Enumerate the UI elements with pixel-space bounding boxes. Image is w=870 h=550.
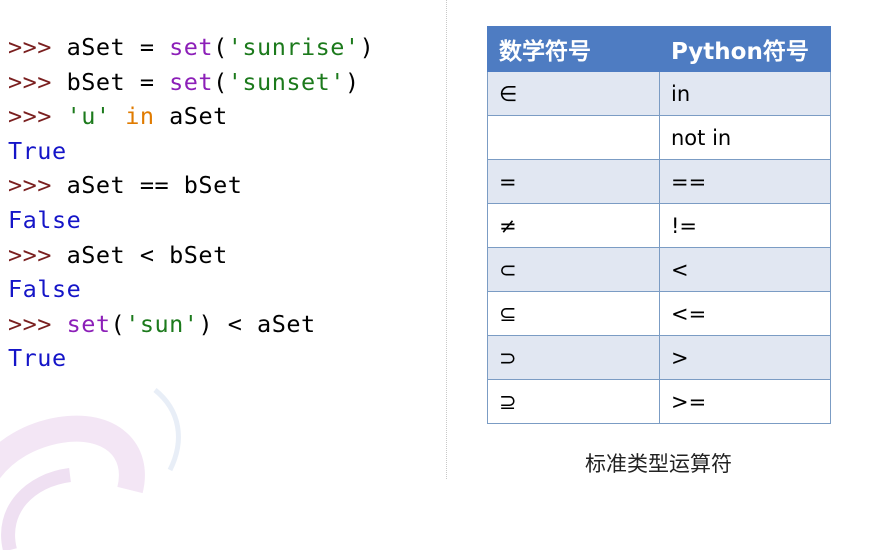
code-token: set bbox=[66, 309, 111, 338]
code-token: 'sun' bbox=[125, 309, 199, 338]
table-row: ∈ in bbox=[487, 71, 831, 116]
code-token: aSet bbox=[154, 102, 228, 131]
table-row: ≠ != bbox=[487, 203, 831, 248]
code-token: >>> bbox=[8, 171, 67, 200]
header-python-symbol: Python符号 bbox=[659, 26, 831, 72]
code-token: ) bbox=[344, 67, 360, 96]
code-token: bSet = bbox=[66, 67, 170, 96]
math-symbol-cell: ⊆ bbox=[487, 291, 660, 336]
table-row: ⊃ > bbox=[487, 335, 831, 380]
python-symbol-cell: in bbox=[659, 71, 831, 116]
python-symbol-cell: == bbox=[659, 159, 831, 204]
code-token: aSet == bSet bbox=[66, 171, 243, 200]
table-row: = == bbox=[487, 159, 831, 204]
code-token: in bbox=[125, 102, 155, 131]
code-token: 'u' bbox=[66, 102, 111, 131]
table-header-row: 数学符号 Python符号 bbox=[487, 26, 831, 72]
code-line: >>> set('sun') < aSet bbox=[8, 307, 438, 342]
table-row: not in bbox=[487, 115, 831, 160]
operator-table: 数学符号 Python符号 ∈ in not in = == ≠ != ⊂ < … bbox=[487, 26, 831, 424]
table-caption: 标准类型运算符 bbox=[585, 452, 732, 476]
table-row: ⊂ < bbox=[487, 247, 831, 292]
math-symbol-cell: = bbox=[487, 159, 660, 204]
code-token: ( bbox=[213, 67, 228, 96]
python-symbol-cell: != bbox=[659, 203, 831, 248]
math-symbol-cell: ⊂ bbox=[487, 247, 660, 292]
code-line: >>> 'u' in aSet bbox=[8, 99, 438, 134]
code-line: >>> aSet < bSet bbox=[8, 238, 438, 273]
code-token: ) < aSet bbox=[198, 309, 316, 338]
math-symbol-cell: ∈ bbox=[487, 71, 660, 116]
code-token: set bbox=[169, 33, 214, 61]
code-token: 'sunset' bbox=[227, 67, 345, 96]
math-symbol-cell: ⊃ bbox=[487, 335, 660, 380]
code-token: >>> bbox=[8, 67, 67, 96]
math-symbol-cell bbox=[487, 115, 660, 160]
code-line: False bbox=[8, 203, 438, 238]
code-token: aSet < bSet bbox=[66, 240, 228, 269]
panel-divider bbox=[446, 0, 447, 479]
code-line: >>> bSet = set('sunset') bbox=[8, 65, 438, 100]
code-line: >>> aSet = set('sunrise') bbox=[8, 30, 438, 65]
python-symbol-cell: < bbox=[659, 247, 831, 292]
table-row: ⊆ <= bbox=[487, 291, 831, 336]
python-code-sample: >>> aSet = set('sunrise') >>> bSet = set(… bbox=[8, 30, 438, 376]
header-math-symbol: 数学符号 bbox=[487, 26, 660, 72]
code-line: >>> aSet == bSet bbox=[8, 168, 438, 203]
code-token: set bbox=[169, 67, 214, 96]
math-symbol-cell: ⊇ bbox=[487, 379, 660, 424]
python-symbol-cell: >= bbox=[659, 379, 831, 424]
code-token: >>> bbox=[8, 309, 67, 338]
python-symbol-cell: > bbox=[659, 335, 831, 380]
code-token: ) bbox=[359, 33, 375, 61]
code-token: False bbox=[8, 275, 82, 304]
code-line: True bbox=[8, 134, 438, 169]
code-line: False bbox=[8, 272, 438, 307]
code-line: True bbox=[8, 341, 438, 376]
code-token: >>> bbox=[8, 102, 67, 131]
code-token: 'sunrise' bbox=[227, 33, 360, 61]
code-token: False bbox=[8, 205, 82, 234]
math-symbol-cell: ≠ bbox=[487, 203, 660, 248]
code-token: aSet = bbox=[66, 33, 170, 61]
code-token: >>> bbox=[8, 33, 67, 61]
code-token: >>> bbox=[8, 240, 67, 269]
code-token: ( bbox=[213, 33, 228, 61]
code-token: True bbox=[8, 136, 67, 165]
python-symbol-cell: <= bbox=[659, 291, 831, 336]
python-symbol-cell: not in bbox=[659, 115, 831, 160]
code-token: True bbox=[8, 344, 67, 373]
code-token: ( bbox=[110, 309, 126, 338]
table-row: ⊇ >= bbox=[487, 379, 831, 424]
